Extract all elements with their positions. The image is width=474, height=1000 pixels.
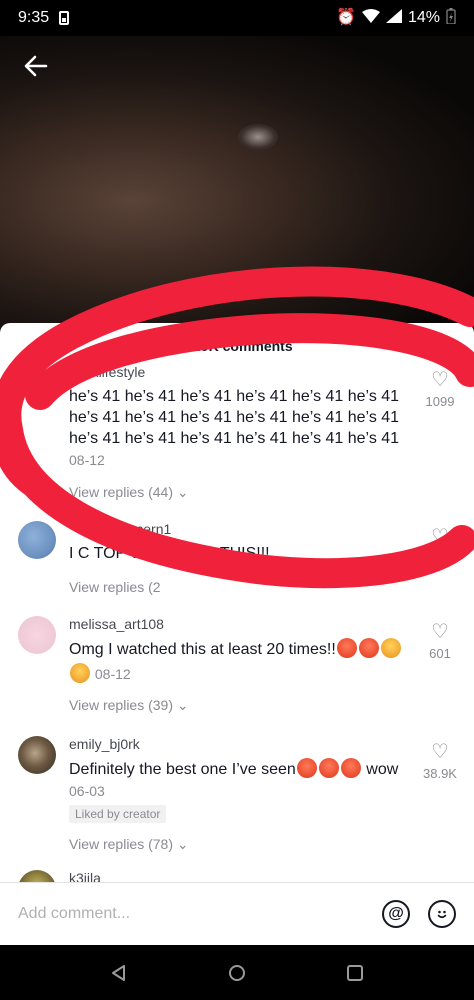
heart-icon[interactable]: ♡ [420,527,460,547]
weary-face-emoji-icon [70,663,90,683]
like-button[interactable]: ♡ 1099 [420,370,460,409]
wifi-icon [361,9,380,27]
comment-date: 08-12 [94,666,131,682]
angry-face-emoji-icon [296,758,317,778]
system-nav-bar [0,945,474,1000]
video-frame-detail [238,124,278,150]
view-replies-label: View replies (44) [69,484,174,500]
back-arrow-icon[interactable] [22,52,52,82]
signal-icon [385,9,402,27]
comment-date-line: 08-12 [69,663,414,683]
avatar[interactable] [18,736,56,774]
comment-body: zoexlifestyle he’s 41 he’s 41 he’s 41 he… [69,364,414,468]
status-icons: ⏰ 14% [336,8,456,28]
view-replies-link[interactable]: View replies (44) ⌄ [69,484,189,501]
like-button[interactable]: ♡ 1286 [420,527,460,566]
like-count: 1286 [425,551,455,566]
heart-icon[interactable]: ♡ [420,622,460,642]
like-count: 1099 [425,394,455,409]
comment-text-line: Definitely the best one I’ve seen wow [69,758,414,780]
comment-date: 08-12 [69,452,105,468]
comment-username[interactable]: melissa_art108 [69,616,414,634]
weary-face-emoji-icon [380,638,401,658]
comment-username[interactable]: wndancern1 [69,521,414,539]
view-replies-link[interactable]: View replies (39) ⌄ [69,697,189,714]
like-count: 38.9K [423,766,457,781]
comment-text: Definitely the best one I’ve seen [69,761,296,778]
battery-percent: 14% [407,9,440,26]
comment-username[interactable]: emily_bj0rk [69,736,414,754]
battery-icon [446,8,456,28]
view-replies-link[interactable]: View replies (78) ⌄ [69,836,189,853]
video-player[interactable] [0,36,474,336]
comments-sheet: 66.9K comments ✕ zoexlifestyle he’s 41 h… [0,323,474,945]
nav-recents-icon[interactable] [346,964,364,982]
status-time: 9:35 [18,9,50,26]
heart-icon[interactable]: ♡ [420,370,460,390]
like-count: 601 [429,646,451,661]
status-bar: 9:35 ⏰ 14% [0,0,474,36]
sheet-header: 66.9K comments ✕ [0,323,474,369]
comment-text: I C TOP WATCHING THIS!!! [69,545,270,562]
emoji-icon[interactable] [428,900,456,928]
angry-face-emoji-icon [340,758,361,778]
comments-count-title: 66.9K comments [181,338,293,354]
angry-face-emoji-icon [318,758,339,778]
view-replies-label: View replies (2 [69,579,161,595]
view-replies-label: View replies (39) [69,697,174,713]
like-button[interactable]: ♡ 38.9K [420,742,460,781]
comment-text: he’s 41 he’s 41 he’s 41 he’s 41 he’s 41 … [69,388,400,447]
angry-face-emoji-icon [358,638,379,658]
comment-text-suffix: wow [366,761,399,778]
heart-icon[interactable]: ♡ [420,742,460,762]
comment-body: melissa_art108 Omg I watched this at lea… [69,616,414,683]
view-replies-label: View replies (78) [69,836,174,852]
comment-text-line: Omg I watched this at least 20 times!! [69,638,414,660]
comment-body: emily_bj0rk Definitely the best one I’ve… [69,736,414,823]
comment-text: Omg I watched this at least 20 times!! [69,641,336,658]
close-icon[interactable]: ✕ [438,335,456,357]
nav-home-icon[interactable] [228,964,246,982]
comment-input-bar: Add comment... @ [0,882,474,945]
like-button[interactable]: ♡ 601 [420,622,460,661]
view-replies-link[interactable]: View replies (2 [69,579,161,595]
add-comment-input[interactable]: Add comment... [18,905,364,923]
nav-back-icon[interactable] [110,964,128,982]
liked-by-creator-badge: Liked by creator [69,805,167,823]
alarm-icon: ⏰ [336,9,356,26]
sim-icon [59,11,70,25]
at-icon[interactable]: @ [382,900,410,928]
comment-username[interactable]: zoexlifestyle [69,364,414,382]
comment-body: wndancern1 I C TOP WATCHING THIS!!! [69,521,414,564]
avatar[interactable] [18,616,56,654]
avatar[interactable] [18,521,56,559]
comment-date: 06-03 [69,783,105,799]
angry-face-emoji-icon [336,638,357,658]
